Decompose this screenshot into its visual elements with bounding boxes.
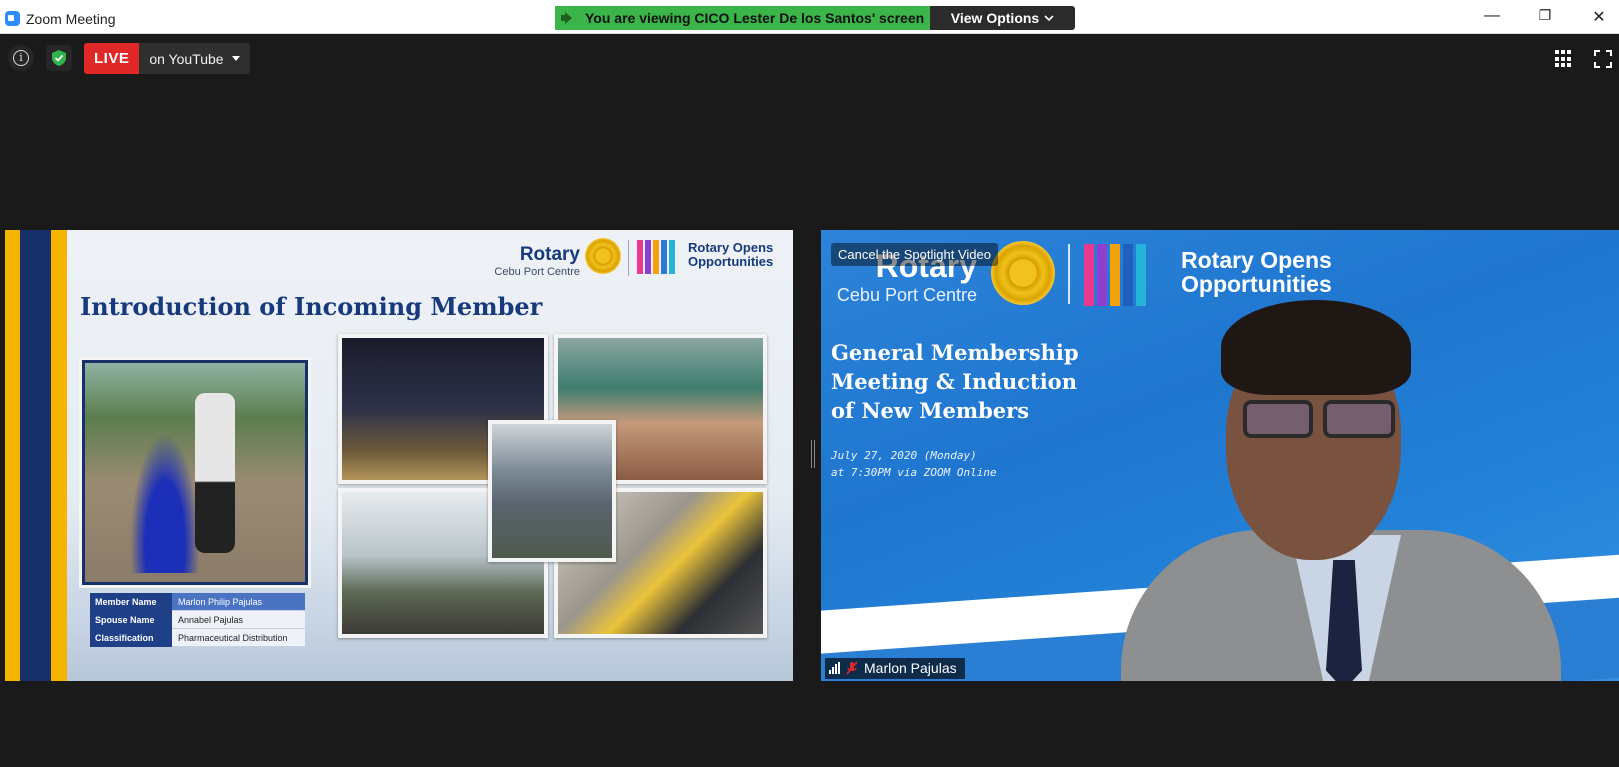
member-details-row: Spouse Name Annabel Pajulas xyxy=(90,611,305,629)
slide-navy-stripe xyxy=(20,230,51,681)
speaker-hair xyxy=(1221,300,1411,395)
member-details-row: Classification Pharmaceutical Distributi… xyxy=(90,629,305,647)
video-club-name: Cebu Port Centre xyxy=(836,285,977,305)
zoom-app-icon xyxy=(5,11,20,26)
fullscreen-icon[interactable] xyxy=(1594,50,1612,68)
slide-title: Introduction of Incoming Member xyxy=(80,292,543,321)
video-rotary-opens-text: Rotary Opens Opportunities xyxy=(1181,248,1332,296)
event-time-line: at 7:30PM via ZOOM Online xyxy=(831,466,997,479)
close-button[interactable]: ✕ xyxy=(1584,7,1614,27)
live-destination-dropdown[interactable]: on YouTube xyxy=(139,43,250,74)
slide-gold-stripe xyxy=(5,230,20,681)
live-stream-indicator[interactable]: LIVE on YouTube xyxy=(84,43,250,74)
signal-strength-icon xyxy=(829,662,840,674)
live-badge: LIVE xyxy=(84,43,140,74)
member-name-value: Marlon Philip Pajulas xyxy=(172,593,305,611)
rotary-logo-word: Rotary xyxy=(519,244,580,265)
event-title: General Membership Meeting & Induction o… xyxy=(831,338,1079,425)
event-title-line-3: of New Members xyxy=(831,398,1030,423)
info-icon: i xyxy=(13,50,29,66)
classification-label: Classification xyxy=(90,629,172,647)
window-title: Zoom Meeting xyxy=(26,11,116,27)
screen-share-banner: You are viewing CICO Lester De los Santo… xyxy=(555,6,930,30)
campaign-line-1: Rotary Opens xyxy=(688,240,774,255)
member-details-table: Member Name Marlon Philip Pajulas Spouse… xyxy=(90,593,305,647)
slide-gold-stripe-2 xyxy=(51,230,67,681)
restore-button[interactable]: ❐ xyxy=(1530,7,1560,27)
video-campaign-line-2: Opportunities xyxy=(1181,271,1332,298)
encryption-shield-button[interactable] xyxy=(46,45,72,71)
meeting-info-button[interactable]: i xyxy=(8,45,34,71)
panel-resize-handle[interactable] xyxy=(811,440,815,468)
campaign-line-2: Opportunities xyxy=(688,253,774,269)
shield-check-icon xyxy=(52,50,66,66)
speaker-icon xyxy=(561,12,577,24)
participant-name: Marlon Pajulas xyxy=(864,660,957,676)
muted-mic-icon xyxy=(846,661,858,675)
spouse-name-label: Spouse Name xyxy=(90,611,172,629)
view-options-label: View Options xyxy=(950,10,1040,26)
rotary-opens-logo-icon xyxy=(637,240,675,274)
view-options-button[interactable]: View Options xyxy=(930,6,1075,30)
video-rotary-opens-icon xyxy=(1084,244,1146,306)
collage-photo-universal-globe xyxy=(488,420,616,562)
shared-screen: Rotary Cebu Port Centre Rotary Opens Opp… xyxy=(5,230,793,681)
rotary-club-name: Cebu Port Centre xyxy=(494,266,580,278)
member-photo xyxy=(79,357,311,588)
rotary-logo: Rotary Cebu Port Centre xyxy=(485,244,580,278)
classification-value: Pharmaceutical Distribution xyxy=(172,629,305,647)
event-date-line: July 27, 2020 (Monday) xyxy=(831,449,977,462)
gallery-view-icon[interactable] xyxy=(1555,50,1573,68)
video-rotary-wheel-icon xyxy=(991,241,1055,305)
rotary-wheel-icon xyxy=(585,238,621,274)
cancel-spotlight-button[interactable]: Cancel the Spotlight Video xyxy=(831,243,998,266)
participant-name-tag: Marlon Pajulas xyxy=(825,658,965,679)
spouse-name-value: Annabel Pajulas xyxy=(172,611,305,629)
event-date: July 27, 2020 (Monday) at 7:30PM via ZOO… xyxy=(831,447,997,481)
caret-down-icon xyxy=(231,56,240,61)
rotary-opens-text: Rotary Opens Opportunities xyxy=(688,241,773,268)
live-destination-label: on YouTube xyxy=(149,50,224,67)
event-title-line-2: Meeting & Induction xyxy=(831,369,1077,394)
video-logo-divider xyxy=(1068,244,1070,304)
video-campaign-line-1: Rotary Opens xyxy=(1181,247,1332,273)
window-title-bar: Zoom Meeting You are viewing CICO Lester… xyxy=(0,0,1619,34)
event-title-line-1: General Membership xyxy=(831,340,1079,365)
logo-divider xyxy=(628,240,629,276)
member-details-row: Member Name Marlon Philip Pajulas xyxy=(90,593,305,611)
member-name-label: Member Name xyxy=(90,593,172,611)
speaker-video: Rotary Cebu Port Centre Rotary Opens Opp… xyxy=(821,230,1619,681)
chevron-down-icon xyxy=(1044,15,1054,22)
minimize-button[interactable]: — xyxy=(1477,7,1507,27)
screen-share-banner-text: You are viewing CICO Lester De los Santo… xyxy=(585,10,925,26)
speaker-glasses xyxy=(1223,400,1408,440)
